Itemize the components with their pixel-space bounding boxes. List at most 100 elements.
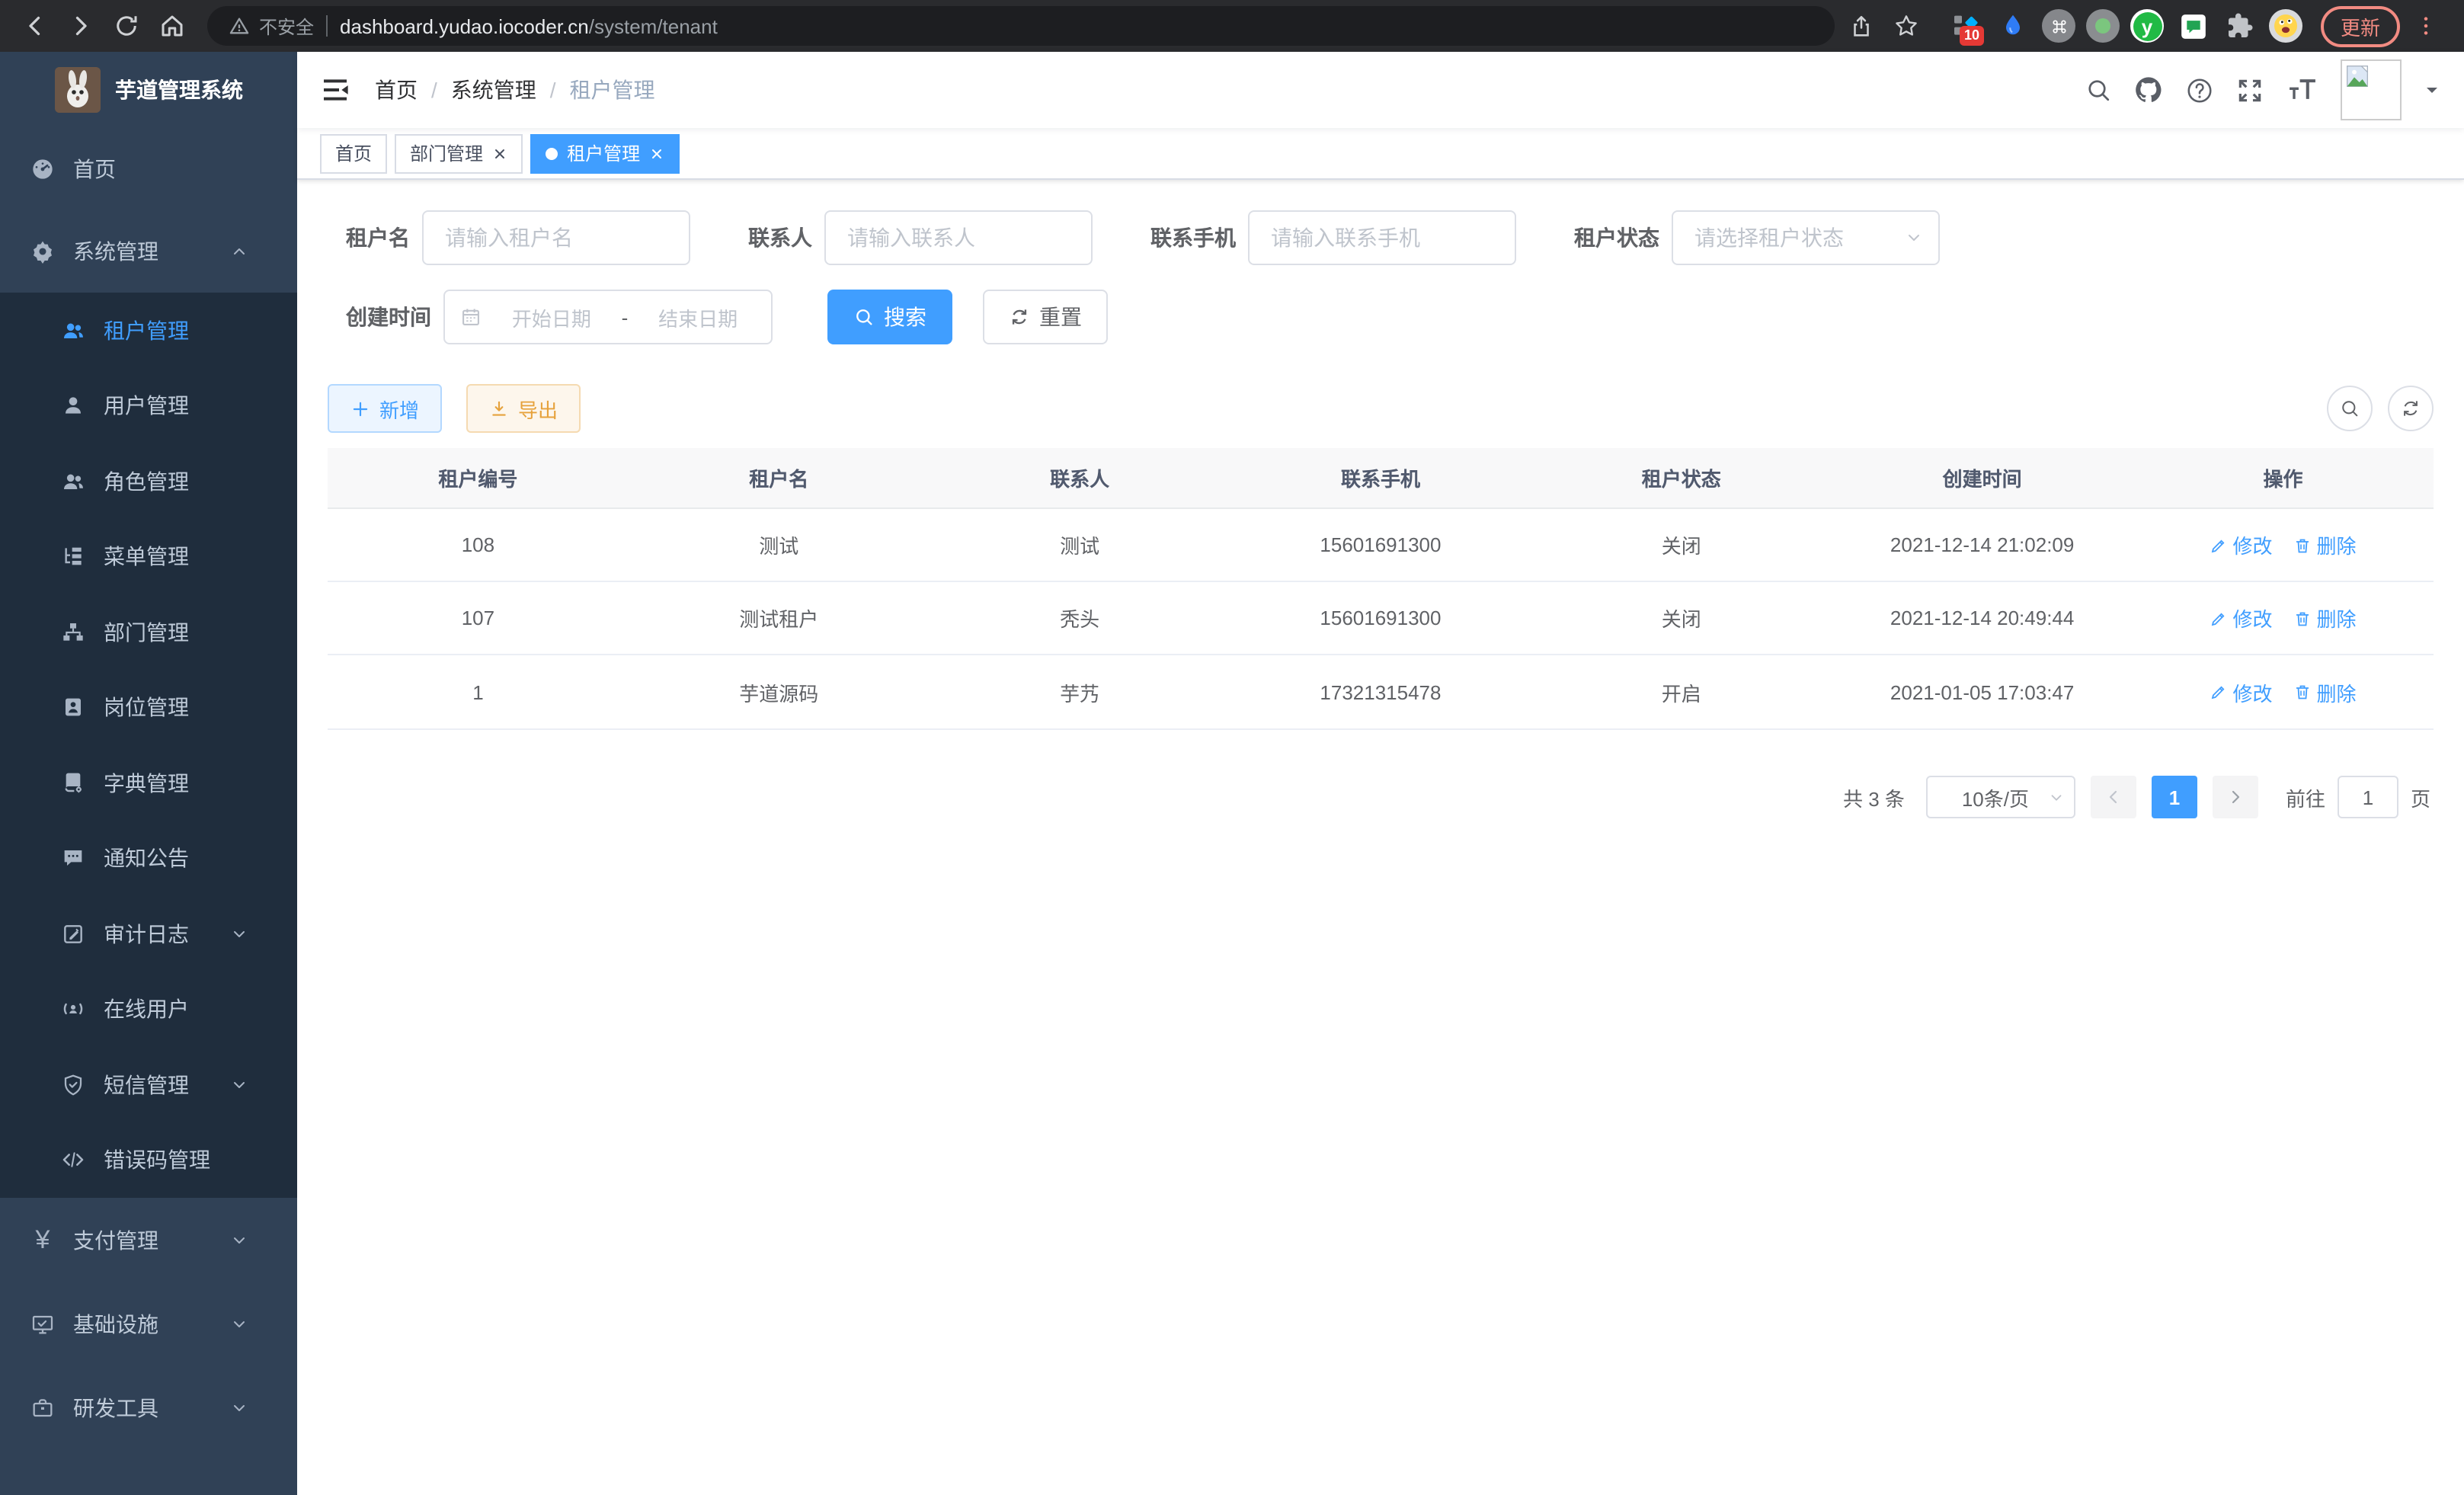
delete-link[interactable]: 删除: [2293, 603, 2356, 632]
search-button[interactable]: 搜索: [827, 290, 952, 344]
delete-link[interactable]: 删除: [2293, 530, 2356, 559]
table-toolbar: 新增 导出: [328, 384, 2434, 433]
sidebar-item-error-code[interactable]: 错误码管理: [0, 1122, 297, 1198]
close-icon[interactable]: [492, 146, 507, 161]
address-bar[interactable]: 不安全 dashboard.yudao.iocoder.cn/system/te…: [207, 6, 1835, 46]
reset-button[interactable]: 重置: [983, 290, 1108, 344]
extension-dot-icon[interactable]: [2086, 9, 2120, 43]
url-path: /system/tenant: [589, 14, 718, 37]
search-icon: [853, 306, 875, 328]
created-label: 创建时间: [346, 302, 431, 332]
font-size-icon[interactable]: [2286, 76, 2319, 104]
sidebar-item-label: 字典管理: [104, 768, 267, 799]
chevron-down-icon: [230, 1398, 248, 1417]
page-url[interactable]: dashboard.yudao.iocoder.cn/system/tenant: [340, 14, 718, 37]
close-icon[interactable]: [649, 146, 664, 161]
page-content: 租户名 联系人 联系手机 租户状态 请选择租户状态: [297, 180, 2464, 1495]
browser-reload-button[interactable]: [107, 6, 146, 46]
sidebar-item-dept[interactable]: 部门管理: [0, 594, 297, 670]
next-page-button[interactable]: [2213, 776, 2258, 818]
page-size-select[interactable]: 10条/页: [1926, 776, 2075, 818]
toggle-search-button[interactable]: [2327, 386, 2373, 431]
export-button[interactable]: 导出: [466, 384, 581, 433]
pagination-total: 共 3 条: [1843, 783, 1905, 812]
filter-mobile: 联系手机: [1150, 210, 1516, 265]
date-range-picker[interactable]: 开始日期 - 结束日期: [443, 290, 773, 344]
extension-command-icon[interactable]: [2042, 9, 2075, 43]
filter-row-1: 租户名 联系人 联系手机 租户状态 请选择租户状态: [328, 210, 2434, 265]
sidebar-item-audit-log[interactable]: 审计日志: [0, 896, 297, 972]
warning-icon: [229, 15, 250, 37]
sidebar-item-label: 在线用户: [104, 994, 267, 1025]
prev-page-button[interactable]: [2091, 776, 2136, 818]
status-select[interactable]: 请选择租户状态: [1672, 210, 1940, 265]
extension-emoji-icon[interactable]: [2269, 9, 2302, 43]
security-indicator[interactable]: 不安全: [229, 13, 314, 39]
add-button[interactable]: 新增: [328, 384, 442, 433]
cell-tenant-id: 108: [328, 533, 629, 556]
sidebar-item-system[interactable]: 系统管理: [0, 210, 297, 293]
share-icon[interactable]: [1841, 6, 1880, 46]
col-contact: 联系人: [930, 463, 1230, 492]
search-icon[interactable]: [2085, 76, 2112, 104]
trash-icon: [2293, 683, 2312, 701]
edit-link[interactable]: 修改: [2210, 530, 2272, 559]
hamburger-icon[interactable]: [320, 75, 350, 105]
sidebar-item-user[interactable]: 用户管理: [0, 368, 297, 443]
browser-back-button[interactable]: [15, 6, 55, 46]
help-icon[interactable]: [2185, 75, 2214, 104]
caret-down-icon[interactable]: [2423, 76, 2441, 104]
sidebar-item-notice[interactable]: 通知公告: [0, 821, 297, 896]
extension-puzzle-icon[interactable]: [2222, 8, 2258, 44]
sidebar-item-sms[interactable]: 短信管理: [0, 1047, 297, 1122]
tenant-name-input[interactable]: [422, 210, 690, 265]
mobile-input[interactable]: [1248, 210, 1516, 265]
browser-toolbar: 不安全 dashboard.yudao.iocoder.cn/system/te…: [0, 0, 2464, 52]
goto-page-input[interactable]: [2338, 776, 2398, 818]
tenant-name-label: 租户名: [346, 222, 410, 253]
contact-input[interactable]: [824, 210, 1093, 265]
sidebar-item-label: 审计日志: [104, 919, 230, 949]
chevron-up-icon: [230, 242, 248, 261]
current-page-button[interactable]: 1: [2152, 776, 2197, 818]
logo-image: [54, 67, 100, 113]
extension-chat-icon[interactable]: [2174, 8, 2211, 44]
github-icon[interactable]: [2133, 75, 2164, 105]
sidebar-item-post[interactable]: 岗位管理: [0, 670, 297, 745]
breadcrumb-home[interactable]: 首页: [375, 75, 418, 105]
avatar[interactable]: [2341, 59, 2402, 120]
delete-link[interactable]: 删除: [2293, 677, 2356, 706]
breadcrumb-system[interactable]: 系统管理: [451, 75, 536, 105]
sidebar-item-label: 系统管理: [73, 236, 230, 267]
tab-dept[interactable]: 部门管理: [395, 133, 523, 173]
sidebar-item-menu[interactable]: 菜单管理: [0, 519, 297, 594]
sidebar-item-payment[interactable]: ¥ 支付管理: [0, 1198, 297, 1282]
sidebar-item-tenant[interactable]: 租户管理: [0, 293, 297, 368]
browser-update-button[interactable]: 更新: [2321, 5, 2400, 46]
refresh-table-button[interactable]: [2388, 386, 2434, 431]
cell-created: 2021-12-14 20:49:44: [1832, 607, 2133, 629]
tab-home[interactable]: 首页: [320, 133, 387, 173]
fullscreen-icon[interactable]: [2235, 75, 2264, 104]
sidebar-item-home[interactable]: 首页: [0, 128, 297, 210]
cell-status: 关闭: [1531, 530, 1832, 559]
tab-tenant[interactable]: 租户管理: [530, 133, 680, 173]
col-mobile: 联系手机: [1230, 463, 1531, 492]
edit-link[interactable]: 修改: [2210, 677, 2272, 706]
bookmark-star-icon[interactable]: [1886, 6, 1926, 46]
app-logo[interactable]: 芋道管理系统: [0, 52, 297, 128]
sidebar-item-role[interactable]: 角色管理: [0, 443, 297, 519]
sidebar-item-label: 菜单管理: [104, 542, 267, 572]
extension-drop-icon[interactable]: [1995, 8, 2031, 44]
extension-tampermonkey-icon[interactable]: 10: [1947, 8, 1984, 44]
sidebar-item-label: 首页: [73, 154, 267, 184]
sidebar-item-infra[interactable]: 基础设施: [0, 1282, 297, 1365]
sidebar-item-dict[interactable]: 字典管理: [0, 745, 297, 821]
browser-menu-icon[interactable]: [2406, 6, 2446, 46]
sidebar-item-dev-tools[interactable]: 研发工具: [0, 1365, 297, 1449]
browser-forward-button[interactable]: [61, 6, 101, 46]
sidebar-item-online-users[interactable]: 在线用户: [0, 972, 297, 1047]
edit-link[interactable]: 修改: [2210, 603, 2272, 632]
browser-home-button[interactable]: [152, 6, 192, 46]
extension-yudao-icon[interactable]: y: [2130, 9, 2164, 43]
